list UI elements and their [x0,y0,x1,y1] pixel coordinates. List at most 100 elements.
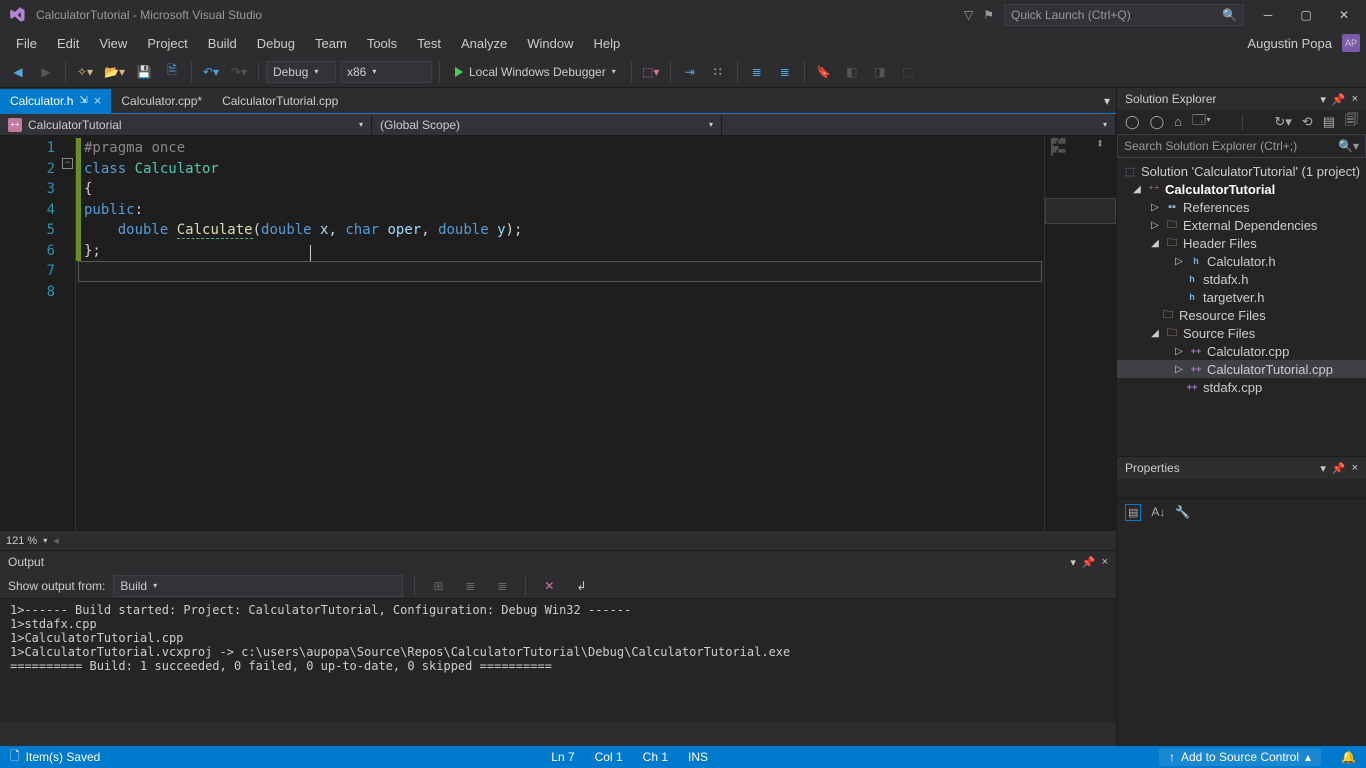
toolbar-button-5[interactable]: ⬚ [896,60,920,84]
output-tool-3[interactable]: ≣ [490,574,514,598]
status-col[interactable]: Col 1 [595,750,623,764]
menu-debug[interactable]: Debug [247,33,305,54]
tree-header-files[interactable]: ◢🗀Header Files [1117,234,1366,252]
scroll-left-icon[interactable]: ◂ [53,534,59,547]
tree-file-calculator-cpp[interactable]: ▷++Calculator.cpp [1117,342,1366,360]
tree-references[interactable]: ▷▪▪References [1117,198,1366,216]
output-tool-1[interactable]: ⊞ [426,574,450,598]
output-tool-2[interactable]: ≣ [458,574,482,598]
save-all-button[interactable]: 🗎 [160,60,184,84]
menu-window[interactable]: Window [517,33,583,54]
tab-calculator-h[interactable]: Calculator.h ⇲ × [0,89,111,113]
properties-selector[interactable] [1117,479,1366,499]
back-icon[interactable]: ◯ [1125,114,1140,130]
forward-icon[interactable]: ◯ [1150,114,1165,130]
zoom-dropdown-icon[interactable]: ▾ [43,536,47,545]
output-text[interactable]: 1>------ Build started: Project: Calcula… [0,599,1116,722]
collapse-icon[interactable]: ▤ [1323,114,1335,130]
close-icon[interactable]: × [1352,462,1358,475]
tree-file-targetver-h[interactable]: htargetver.h [1117,288,1366,306]
open-file-button[interactable]: 📂▾ [101,60,128,84]
tree-file-calculator-h[interactable]: ▷hCalculator.h [1117,252,1366,270]
panel-dropdown-icon[interactable]: ▾ [1070,556,1076,569]
wrench-icon[interactable]: 🔧 [1175,505,1190,519]
outdent-button[interactable]: ≣ [773,60,797,84]
maximize-button[interactable]: ▢ [1292,4,1320,26]
show-all-icon[interactable]: ⟲ [1302,114,1313,130]
bookmark-button[interactable]: 🔖 [812,60,836,84]
menu-help[interactable]: Help [584,33,631,54]
tree-external-deps[interactable]: ▷🗀External Dependencies [1117,216,1366,234]
solution-explorer-search[interactable]: Search Solution Explorer (Ctrl+;) 🔍▾ [1117,134,1366,158]
code-editor[interactable]: 12345678 − #pragma once class Calculator… [0,136,1116,530]
minimap-viewport[interactable] [1045,198,1116,224]
tree-source-files[interactable]: ◢🗀Source Files [1117,324,1366,342]
word-wrap-button[interactable]: ↲ [569,574,593,598]
quick-launch-input[interactable]: Quick Launch (Ctrl+Q) 🔍 [1004,4,1244,26]
toolbar-button-2[interactable]: ∷ [706,60,730,84]
pin-icon[interactable]: 📌 [1332,93,1346,106]
close-icon[interactable]: × [1352,93,1358,106]
home-icon[interactable]: ⌂ [1174,114,1182,129]
properties-icon[interactable]: 🗐 [1345,111,1358,133]
menu-tools[interactable]: Tools [357,33,407,54]
undo-button[interactable]: ↶▾ [199,60,223,84]
tab-calculator-cpp[interactable]: Calculator.cpp* [111,89,212,113]
menu-edit[interactable]: Edit [47,33,89,54]
sort-icon[interactable]: A↓ [1151,505,1165,519]
fold-toggle[interactable]: − [62,158,73,169]
redo-button[interactable]: ↷▾ [227,60,251,84]
categorize-icon[interactable]: ▤ [1125,504,1141,521]
tree-file-stdafx-h[interactable]: hstdafx.h [1117,270,1366,288]
toolbar-button-1[interactable]: ⬚▾ [639,60,663,84]
clear-output-button[interactable]: ✕ [537,574,561,598]
pin-icon[interactable]: ⇲ [79,95,87,106]
status-ch[interactable]: Ch 1 [643,750,668,764]
tree-solution[interactable]: ⬚Solution 'CalculatorTutorial' (1 projec… [1117,162,1366,180]
zoom-level[interactable]: 121 % [6,535,37,547]
code-content[interactable]: − #pragma once class Calculator { public… [76,136,1044,530]
pin-icon[interactable]: 📌 [1082,556,1096,569]
tree-file-stdafx-cpp[interactable]: ++stdafx.cpp [1117,378,1366,396]
tab-dropdown-icon[interactable]: ▾ [1104,94,1110,108]
panel-dropdown-icon[interactable]: ▾ [1320,93,1326,106]
member-dropdown[interactable]: ▾ [722,114,1116,135]
pin-icon[interactable]: 📌 [1332,462,1346,475]
status-line[interactable]: Ln 7 [551,750,574,764]
menu-test[interactable]: Test [407,33,451,54]
status-ins[interactable]: INS [688,750,708,764]
output-source-dropdown[interactable]: Build▾ [113,575,403,597]
user-avatar[interactable]: AP [1342,34,1360,52]
close-icon[interactable]: × [1102,556,1108,569]
menu-view[interactable]: View [89,33,137,54]
tree-file-tutorial-cpp[interactable]: ▷++CalculatorTutorial.cpp [1117,360,1366,378]
config-dropdown[interactable]: Debug▾ [266,61,336,83]
platform-dropdown[interactable]: x86▾ [340,61,432,83]
code-minimap[interactable]: ⬍ ████ ██████ █████████ ███ █████ [1044,136,1116,530]
new-project-button[interactable]: ✧▾ [73,60,97,84]
user-name[interactable]: Augustin Popa [1241,36,1338,51]
toolbar-button-3[interactable]: ◧ [840,60,864,84]
notifications-icon[interactable]: ⚑ [983,8,994,22]
tab-tutorial-cpp[interactable]: CalculatorTutorial.cpp [212,89,348,113]
status-notifications[interactable]: 🔔 [1341,750,1356,764]
sync-icon[interactable]: 🗔▾ [1192,111,1211,133]
menu-build[interactable]: Build [198,33,247,54]
project-context-dropdown[interactable]: ++CalculatorTutorial ▾ [0,114,372,135]
menu-file[interactable]: File [6,33,47,54]
tree-project[interactable]: ◢⁺⁺CalculatorTutorial [1117,180,1366,198]
forward-button[interactable]: ▶ [34,60,58,84]
minimize-button[interactable]: ─ [1254,4,1282,26]
back-button[interactable]: ◀ [6,60,30,84]
indent-button[interactable]: ≣ [745,60,769,84]
refresh-icon[interactable]: ↻▾ [1274,114,1291,130]
close-button[interactable]: ✕ [1330,4,1358,26]
close-icon[interactable]: × [94,93,102,108]
save-button[interactable]: 💾 [132,60,156,84]
menu-team[interactable]: Team [305,33,357,54]
source-control-button[interactable]: ↑Add to Source Control▴ [1159,748,1321,766]
filter-icon[interactable]: ▽ [964,8,973,22]
menu-analyze[interactable]: Analyze [451,33,517,54]
toolbar-button-4[interactable]: ◨ [868,60,892,84]
step-button[interactable]: ⇥ [678,60,702,84]
